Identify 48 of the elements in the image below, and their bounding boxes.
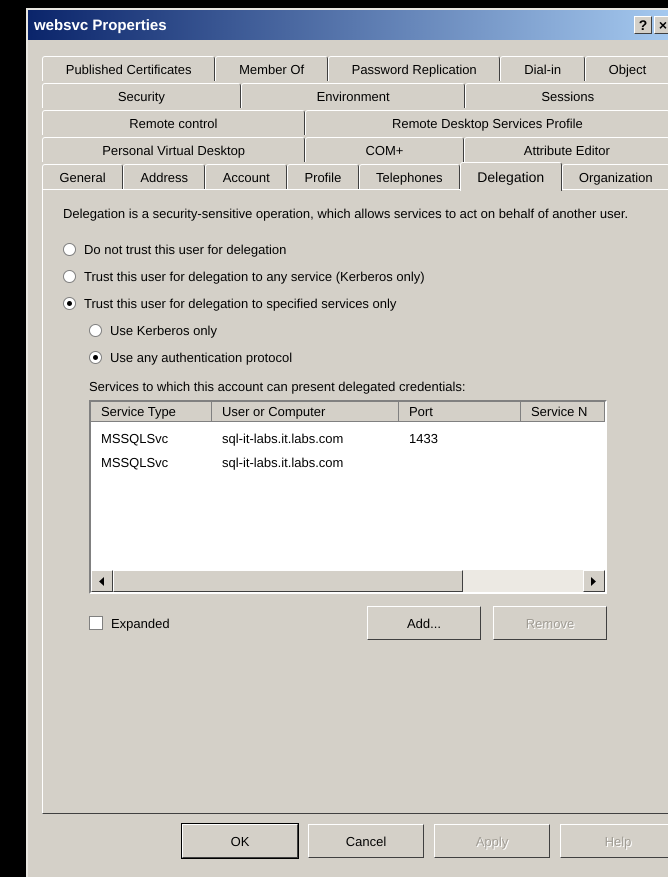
- tab[interactable]: Delegation: [460, 162, 562, 191]
- tab[interactable]: General: [42, 164, 123, 189]
- add-button[interactable]: Add...: [367, 606, 481, 640]
- tab[interactable]: Remote Desktop Services Profile: [304, 110, 668, 135]
- radio-button[interactable]: Do not trust this user for delegation: [63, 236, 286, 263]
- tab[interactable]: Telephones: [358, 164, 460, 189]
- tab[interactable]: Published Certificates: [42, 56, 216, 81]
- table-cell-text: sql-it-labs.it.labs.com: [221, 454, 344, 470]
- radio-button[interactable]: Use any authentication protocol: [89, 344, 292, 371]
- services-label: Services to which this account can present delegated credentials:: [89, 379, 466, 394]
- tab[interactable]: Member Of: [215, 56, 328, 81]
- expanded-checkbox[interactable]: Expanded: [89, 616, 355, 630]
- scroll-thumb[interactable]: [113, 570, 463, 592]
- tab[interactable]: Attribute Editor: [464, 137, 668, 162]
- tab[interactable]: Organization: [562, 164, 668, 189]
- tab[interactable]: Password Replication: [328, 56, 500, 81]
- column-header[interactable]: Port: [399, 402, 521, 422]
- close-button[interactable]: ×: [654, 16, 668, 34]
- table-cell-text: MSSQLSvc: [100, 454, 170, 470]
- radio-button[interactable]: Trust this user for delegation to any service (Kerberos only): [63, 263, 425, 290]
- scrollbar[interactable]: [91, 570, 605, 592]
- scroll-right-icon[interactable]: [583, 570, 605, 592]
- tab[interactable]: Security: [42, 83, 241, 108]
- column-header[interactable]: Service N: [521, 402, 605, 422]
- window-title: websvc Properties: [34, 16, 168, 34]
- tab[interactable]: Account: [205, 164, 288, 189]
- tab[interactable]: Environment: [240, 83, 466, 108]
- tab[interactable]: Object: [584, 56, 668, 81]
- help-button[interactable]: ?: [634, 16, 652, 34]
- tab[interactable]: Sessions: [465, 83, 668, 108]
- column-header[interactable]: User or Computer: [212, 402, 399, 422]
- services-list[interactable]: Service Type User or Computer Port Service N MSSQLSvc sql-it-labs.it.labs.com 1433 MSSQLSvc sql-it-labs.it.labs.com: [89, 400, 607, 594]
- tab[interactable]: Dial-in: [500, 56, 585, 81]
- table-cell-text: sql-it-labs.it.labs.com: [221, 430, 344, 446]
- table-cell-text: MSSQLSvc: [100, 430, 170, 446]
- tab[interactable]: COM+: [305, 137, 464, 162]
- scroll-left-icon[interactable]: [91, 570, 113, 592]
- tab[interactable]: Address: [122, 164, 206, 189]
- tab[interactable]: Profile: [287, 164, 359, 189]
- column-header[interactable]: Service Type: [91, 402, 212, 422]
- radio-button[interactable]: Trust this user for delegation to specified services only: [63, 290, 396, 317]
- table-cell-text: 1433: [408, 430, 439, 446]
- ok-button[interactable]: OK: [182, 824, 298, 858]
- tab[interactable]: Remote control: [42, 110, 305, 135]
- description-text: Delegation is a security-sensitive operation, which allows services to act on behalf of another user.: [63, 205, 630, 223]
- radio-button[interactable]: Use Kerberos only: [89, 317, 217, 344]
- cancel-button[interactable]: Cancel: [308, 824, 424, 858]
- tab[interactable]: Personal Virtual Desktop: [42, 137, 306, 162]
